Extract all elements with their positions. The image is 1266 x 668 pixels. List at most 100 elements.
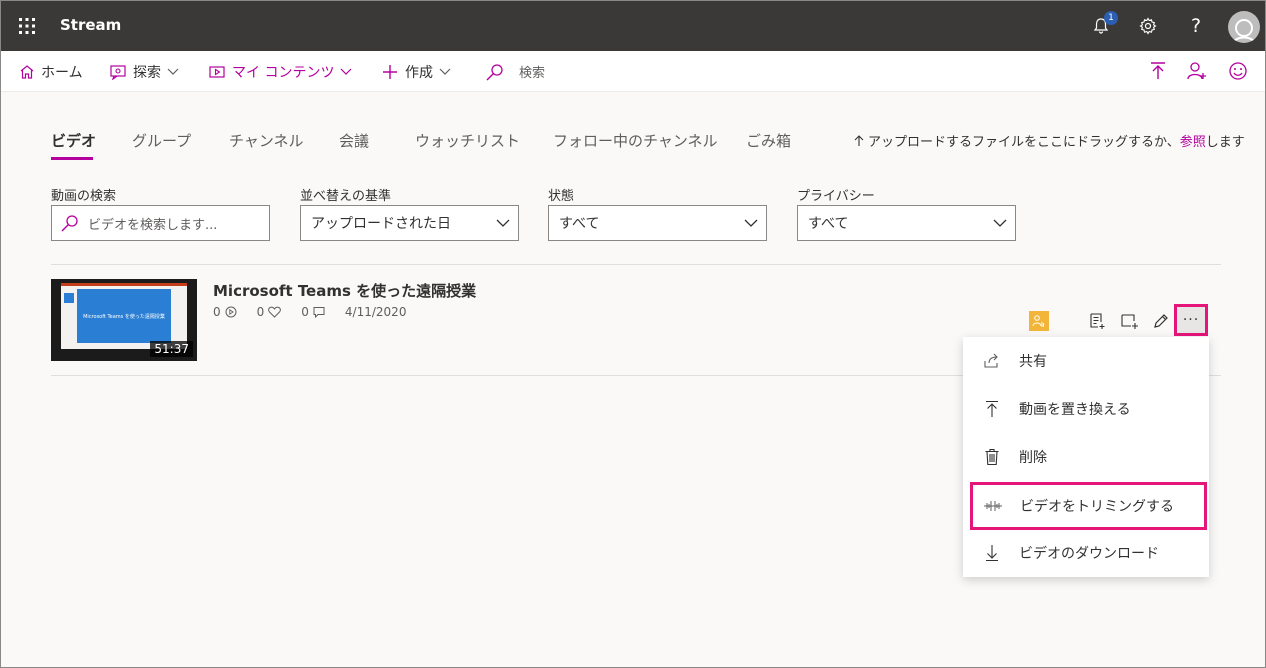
nav-bar: ホーム 探索 マイ コンテンツ 作成 検索 (1, 51, 1265, 92)
nav-search[interactable]: 検索 (485, 51, 545, 92)
state-dropdown[interactable]: すべて (548, 205, 767, 241)
question-mark-icon: ? (1190, 15, 1202, 37)
search-icon (61, 215, 78, 232)
video-stats: 0 0 0 4/11/2020 (213, 305, 406, 319)
notifications-button[interactable]: 1 (1086, 11, 1118, 41)
plus-icon (383, 64, 397, 79)
app-launcher-icon[interactable] (15, 14, 39, 38)
comment-icon (313, 307, 325, 318)
avatar[interactable] (1228, 11, 1260, 43)
nav-create[interactable]: 作成 (381, 51, 451, 92)
ellipsis-icon: ··· (1182, 312, 1200, 328)
active-tab-indicator (51, 157, 93, 160)
tab-groups[interactable]: グループ (132, 130, 191, 151)
upload-hint-text: アップロードするファイルをここにドラッグするか、 (868, 135, 1180, 150)
smiley-icon (1229, 62, 1247, 80)
video-search-input[interactable]: ビデオを検索します... (51, 205, 270, 241)
notification-badge: 1 (1104, 11, 1118, 25)
comments-count: 0 (301, 305, 309, 319)
trim-icon (984, 501, 1002, 511)
menu-item-delete-label: 削除 (1019, 450, 1047, 466)
chevron-down-icon (439, 68, 451, 75)
heart-icon (268, 306, 282, 318)
settings-button[interactable] (1133, 11, 1163, 41)
tab-channels[interactable]: チャンネル (229, 130, 304, 151)
upload-icon (986, 400, 998, 417)
sort-dropdown[interactable]: アップロードされた日 (300, 205, 519, 241)
menu-item-delete[interactable]: 削除 (963, 433, 1209, 481)
chevron-down-icon (496, 219, 510, 227)
state-filter-label: 状態 (548, 189, 575, 204)
nav-home[interactable]: ホーム (19, 51, 83, 92)
menu-item-trim[interactable]: ビデオをトリミングする (970, 482, 1207, 530)
download-icon (986, 545, 998, 562)
gear-icon (1139, 17, 1157, 35)
tab-followed-channels[interactable]: フォロー中のチャンネル (553, 130, 718, 151)
video-icon (209, 65, 225, 78)
thumbnail-titlebar (61, 283, 187, 286)
tab-meetings[interactable]: 会議 (339, 130, 369, 151)
nav-home-label: ホーム (41, 64, 83, 81)
share-icon (984, 353, 998, 368)
menu-item-share-label: 共有 (1019, 354, 1047, 370)
thumbnail-sidebar (64, 293, 74, 303)
chevron-down-icon (341, 68, 352, 75)
list-divider-top (51, 264, 1221, 265)
edit-button[interactable] (1149, 309, 1173, 333)
upload-button[interactable] (1146, 59, 1170, 83)
likes-count: 0 (256, 305, 265, 319)
menu-item-share[interactable]: 共有 (963, 337, 1209, 385)
tab-recycle-bin[interactable]: ごみ箱 (746, 130, 791, 151)
video-thumbnail[interactable]: Microsoft Teams を使った遠隔授業 51:37 (51, 279, 197, 361)
more-options-menu: 共有 動画を置き換える 削除 ビデオをトリミングする ビデオのダウンロード (963, 337, 1209, 577)
add-to-group-button[interactable] (1117, 309, 1141, 333)
top-bar: Stream 1 ? (1, 1, 1265, 51)
people-icon (1032, 315, 1044, 327)
nav-explore[interactable]: 探索 (109, 51, 179, 92)
play-circle-icon (225, 306, 237, 318)
sort-filter-label: 並べ替えの基準 (300, 189, 392, 204)
video-duration: 51:37 (150, 341, 193, 357)
tab-videos[interactable]: ビデオ (51, 130, 96, 151)
tab-watchlist[interactable]: ウォッチリスト (415, 130, 520, 151)
explore-icon (110, 64, 126, 80)
menu-item-replace-label: 動画を置き換える (1019, 402, 1131, 418)
pencil-icon (1154, 314, 1168, 328)
nav-my-content-label: マイ コンテンツ (232, 64, 335, 81)
help-button[interactable]: ? (1181, 11, 1211, 41)
nav-my-content[interactable]: マイ コンテンツ (208, 51, 352, 92)
search-placeholder: ビデオを検索します... (88, 217, 218, 233)
upload-hint-suffix: します (1205, 135, 1245, 150)
feedback-button[interactable] (1226, 59, 1250, 83)
user-avatar-icon (1231, 19, 1257, 43)
nav-explore-label: 探索 (133, 64, 161, 81)
menu-item-download-label: ビデオのダウンロード (1019, 546, 1159, 562)
add-to-watchlist-button[interactable] (1085, 309, 1109, 333)
upload-icon (1151, 62, 1165, 79)
sort-value: アップロードされた日 (311, 216, 451, 232)
upload-hint: アップロードするファイルをここにドラッグするか、参照します (854, 131, 1245, 150)
video-date: 4/11/2020 (344, 305, 407, 319)
menu-item-download[interactable]: ビデオのダウンロード (963, 529, 1209, 577)
add-user-icon (1187, 62, 1206, 80)
invite-user-button[interactable] (1185, 59, 1209, 83)
privacy-dropdown[interactable]: すべて (797, 205, 1016, 241)
nav-create-label: 作成 (405, 64, 433, 81)
browse-link[interactable]: 参照 (1180, 135, 1206, 150)
upload-arrow-icon (854, 135, 864, 146)
chevron-down-icon (167, 68, 179, 75)
privacy-filter-label: プライバシー (797, 189, 875, 204)
app-title[interactable]: Stream (60, 16, 121, 34)
playlist-add-icon (1090, 313, 1105, 329)
video-title[interactable]: Microsoft Teams を使った遠隔授業 (213, 280, 476, 301)
views-count: 0 (213, 305, 221, 319)
add-to-channel-icon (1121, 314, 1138, 329)
menu-item-replace[interactable]: 動画を置き換える (963, 385, 1209, 433)
owner-badge (1029, 311, 1049, 331)
search-filter-label: 動画の検索 (51, 189, 117, 204)
menu-item-trim-label: ビデオをトリミングする (1020, 499, 1174, 515)
app-window: Stream 1 ? ホーム 探索 マイ コンテンツ 作成 検索 ビデオ グルー… (0, 0, 1266, 668)
more-options-button[interactable]: ··· (1174, 304, 1208, 336)
privacy-value: すべて (808, 216, 849, 232)
home-icon (20, 64, 34, 79)
